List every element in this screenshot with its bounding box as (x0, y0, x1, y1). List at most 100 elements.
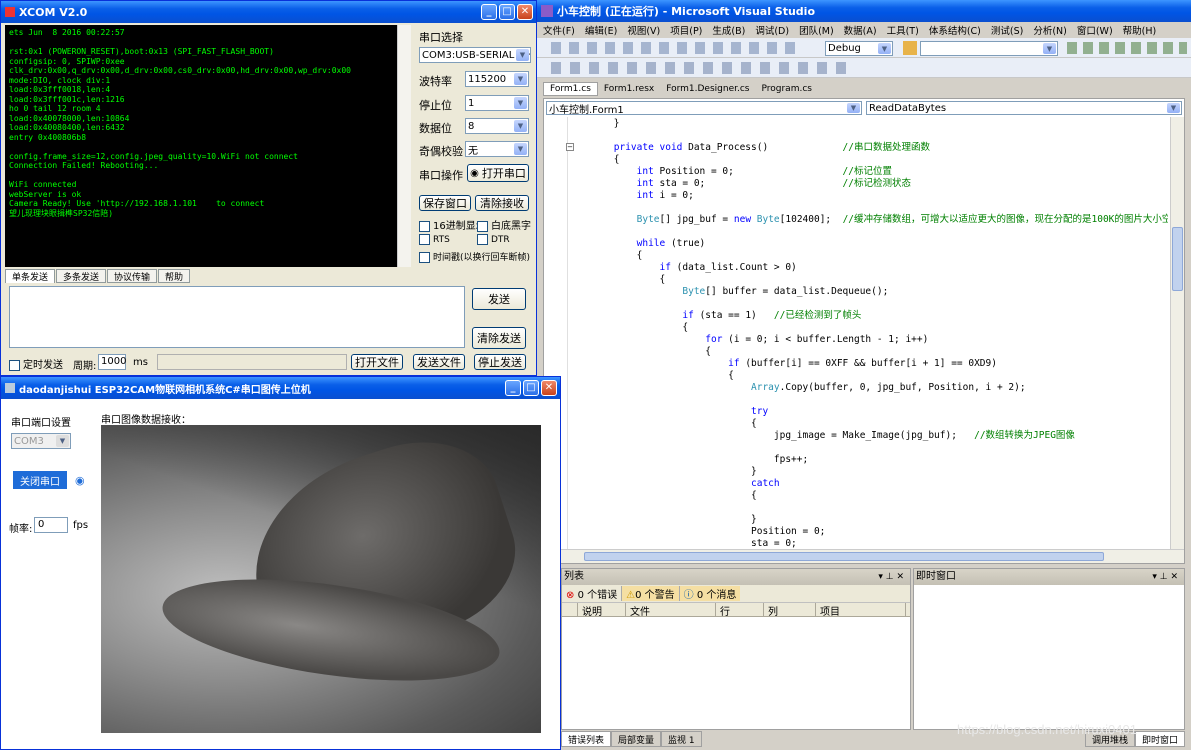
menu-item[interactable]: 窗口(W) (1077, 26, 1113, 37)
terminal-line: mode:DIO, clock div:1 (9, 75, 111, 85)
menu-item[interactable]: 体系结构(C) (929, 26, 981, 37)
menu-item[interactable]: 视图(V) (627, 26, 660, 37)
data-bits-label: 数据位 (419, 122, 452, 135)
parity-select[interactable]: 无 ▼ (465, 141, 529, 157)
messages-filter[interactable]: ⓘ 0 个消息 (679, 586, 741, 601)
code-line: } (568, 466, 1168, 478)
menu-item[interactable]: 编辑(E) (585, 26, 617, 37)
code-token: { (568, 274, 666, 285)
doc-tab[interactable]: Form1.resx (598, 82, 660, 96)
dtr-checkbox[interactable]: DTR (477, 234, 510, 245)
send-file-button[interactable]: 发送文件 (413, 354, 465, 370)
bottom-tab[interactable]: 错误列表 (561, 731, 612, 747)
send-tab[interactable]: 多条发送 (56, 269, 107, 283)
toolbar-icons-2[interactable] (551, 62, 851, 74)
open-port-button[interactable]: ◉ 打开串口 (467, 164, 529, 182)
open-file-button[interactable]: 打开文件 (351, 354, 403, 370)
find-combo[interactable]: ▼ (920, 41, 1058, 56)
rts-checkbox[interactable]: RTS (419, 234, 450, 245)
baud-select[interactable]: 115200 ▼ (465, 71, 529, 87)
receive-terminal[interactable]: ets Jun 8 2016 00:22:57 rst:0x1 (POWERON_… (5, 25, 411, 267)
menu-item[interactable]: 测试(S) (991, 26, 1023, 37)
panel-pin-icon[interactable]: ▾ ⊥ ✕ (878, 569, 904, 585)
doc-tab[interactable]: Program.cs (755, 82, 817, 96)
config-select[interactable]: Debug ▼ (825, 41, 893, 56)
col-file[interactable]: 文件 (626, 603, 716, 618)
timestamp-checkbox[interactable]: 时间戳(以换行回车断帧) (419, 250, 530, 263)
menu-item[interactable]: 调试(D) (755, 26, 789, 37)
menu-item[interactable]: 分析(N) (1033, 26, 1067, 37)
menu-item[interactable]: 文件(F) (543, 26, 575, 37)
doc-tab[interactable]: Form1.Designer.cs (660, 82, 755, 96)
white-bg-checkbox[interactable]: 白底黑字 (477, 217, 531, 232)
code-token: [] jpg_buf = (659, 214, 734, 225)
warnings-filter[interactable]: ⚠0 个警告 (622, 586, 680, 601)
send-tab[interactable]: 单条发送 (5, 269, 56, 283)
code-line: while (true) (568, 238, 1168, 250)
toolbar-icons-right[interactable] (1067, 42, 1187, 54)
vs-toolbar-1: Debug ▼ ▼ (537, 38, 1191, 58)
esp-maximize-button[interactable]: □ (523, 380, 539, 396)
maximize-button[interactable]: □ (499, 4, 515, 20)
fps-input[interactable]: 0 (34, 517, 68, 533)
file-path-field[interactable] (157, 354, 347, 370)
xcom-title: XCOM V2.0 (19, 5, 88, 19)
editor-vscroll[interactable] (1170, 117, 1184, 549)
code-token: new (733, 214, 757, 225)
menu-item[interactable]: 项目(P) (670, 26, 702, 37)
data-bits-select[interactable]: 8 ▼ (465, 118, 529, 134)
code-text[interactable]: } private void Data_Process() //串口数据处理函数… (568, 118, 1168, 548)
menu-item[interactable]: 团队(M) (799, 26, 834, 37)
errors-filter[interactable]: ⊗ 0 个错误 (562, 586, 623, 601)
send-tab[interactable]: 帮助 (158, 269, 191, 283)
timed-send-checkbox[interactable]: 定时发送 (9, 356, 63, 371)
clear-send-button[interactable]: 清除发送 (472, 327, 526, 349)
code-token: { (568, 322, 689, 333)
period-input[interactable]: 1000 (98, 354, 126, 370)
clear-receive-button[interactable]: 清除接收 (475, 195, 529, 211)
terminal-scrollbar[interactable] (397, 25, 411, 267)
error-icon: ⊗ (566, 590, 575, 601)
menu-item[interactable]: 工具(T) (887, 26, 919, 37)
menu-item[interactable]: 数据(A) (844, 26, 877, 37)
vs-title: 小车控制 (正在运行) - Microsoft Visual Studio (557, 5, 816, 18)
col-description[interactable]: 说明 (578, 603, 626, 618)
method-combo[interactable]: ReadDataBytes ▼ (866, 101, 1182, 115)
code-line: private void Data_Process() //串口数据处理函数 (568, 142, 1168, 154)
bottom-tab[interactable]: 即时窗口 (1134, 731, 1185, 747)
editor-hscroll[interactable]: % (544, 549, 1184, 563)
vs-app-icon (541, 5, 553, 17)
hex-display-checkbox[interactable]: 16进制显示 (419, 217, 486, 232)
platform-icon[interactable] (903, 41, 917, 55)
esp-port-select[interactable]: COM3 ▼ (11, 433, 71, 449)
panel-pin-icon-2[interactable]: ▾ ⊥ ✕ (1152, 569, 1178, 585)
toolbar-icons[interactable] (551, 42, 801, 54)
minimize-button[interactable]: _ (481, 4, 497, 20)
col-line[interactable]: 行 (716, 603, 764, 618)
send-button[interactable]: 发送 (472, 288, 526, 310)
stop-bits-select[interactable]: 1 ▼ (465, 95, 529, 111)
save-window-button[interactable]: 保存窗口 (419, 195, 471, 211)
col-column[interactable]: 列 (764, 603, 816, 618)
watermark: https://blog.csdn.net/hiruxi0401 (957, 722, 1137, 737)
esp-minimize-button[interactable]: _ (505, 380, 521, 396)
record-icon: ◉ (470, 167, 479, 179)
esp-close-button[interactable]: ✕ (541, 380, 557, 396)
port-select[interactable]: COM3:USB-SERIAL CH340▼ (419, 47, 531, 63)
doc-tab[interactable]: Form1.cs (543, 82, 598, 96)
code-token: //串口数据处理函数 (842, 142, 930, 153)
menu-item[interactable]: 帮助(H) (1123, 26, 1157, 37)
send-tab[interactable]: 协议传输 (107, 269, 158, 283)
menu-item[interactable]: 生成(B) (712, 26, 745, 37)
bottom-tab[interactable]: 局部变量 (611, 731, 662, 747)
bottom-tab[interactable]: 监视 1 (661, 731, 702, 747)
close-port-button[interactable]: 关闭串口 (13, 471, 67, 489)
close-button[interactable]: ✕ (517, 4, 533, 20)
send-textarea[interactable] (9, 286, 465, 348)
col-project[interactable]: 项目 (816, 603, 906, 618)
stop-send-button[interactable]: 停止发送 (474, 354, 526, 370)
class-combo[interactable]: 小车控制.Form1 ▼ (546, 101, 862, 115)
